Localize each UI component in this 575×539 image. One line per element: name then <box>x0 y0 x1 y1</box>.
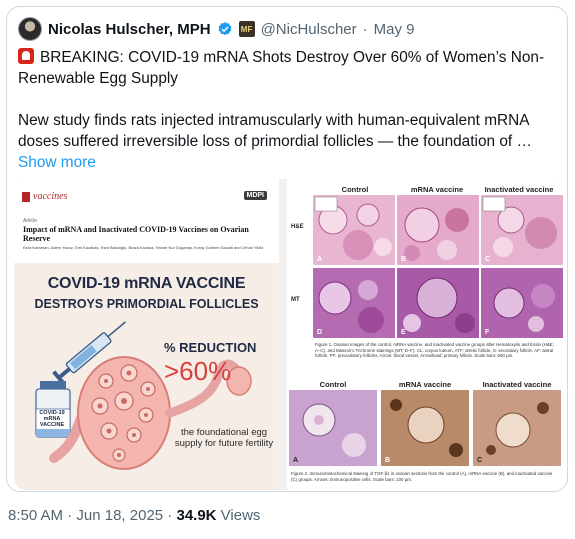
footer-separator: · <box>163 507 177 524</box>
article-title: Impact of mRNA and Inactivated COVID-19 … <box>23 225 249 243</box>
ihc-head-mrna: mRNA vaccine <box>398 380 452 389</box>
publisher-logo: MDPI <box>243 191 267 200</box>
svg-text:C: C <box>477 457 482 464</box>
tweet-headline: BREAKING: COVID-19 mRNA Shots Destroy Ov… <box>18 47 558 89</box>
abstract-title-1: COVID-19 mRNA VACCINE <box>47 275 246 292</box>
separator-dot: · <box>362 20 368 38</box>
svg-text:A: A <box>293 457 298 464</box>
ihc-panel-c: C <box>473 390 561 466</box>
handle[interactable]: @NicHulscher <box>261 21 357 38</box>
post-time[interactable]: 8:50 AM <box>8 507 63 524</box>
graphical-abstract: COVID-19 mRNA VACCINE DESTROYS PRIMORDIA… <box>14 263 279 490</box>
svg-text:E: E <box>401 329 406 336</box>
ihc-head-inactivated: Inactivated vaccine <box>482 380 552 389</box>
media-gallery: vaccines MDPI Article Impact of mRNA and… <box>14 179 564 490</box>
svg-text:C: C <box>485 256 490 263</box>
ihc-panel-a: A <box>289 390 377 466</box>
journal-name: vaccines <box>33 191 68 202</box>
histology-panel-b: B <box>397 195 479 265</box>
article-kind: Article <box>23 218 37 224</box>
vial-icon <box>35 381 71 438</box>
post-full-date[interactable]: Jun 18, 2025 <box>76 507 163 524</box>
show-more-link[interactable]: Show more <box>18 152 558 173</box>
histology-panel-d: D <box>313 268 395 338</box>
ihc-head-control: Control <box>319 380 347 389</box>
figure-2-caption: Figure 2. Immunohistochemical staining o… <box>291 471 553 482</box>
row-head-mt: MT <box>291 297 300 303</box>
histology-panel-c: C <box>481 195 563 265</box>
svg-text:D: D <box>317 329 322 336</box>
tweet-header: Nicolas Hulscher, MPH MF @NicHulscher · … <box>18 16 415 42</box>
abstract-title-2: DESTROYS PRIMORDIAL FOLLICLES <box>34 297 259 311</box>
svg-text:F: F <box>485 329 490 336</box>
histology-panel-f: F <box>481 268 563 338</box>
row-head-he: H&E <box>291 224 304 230</box>
journal-mark-icon <box>22 191 30 202</box>
reduction-value: >60% <box>164 356 232 386</box>
histology-panel-a: A <box>313 195 395 265</box>
verified-badge-icon <box>218 22 231 36</box>
svg-text:A: A <box>317 256 322 263</box>
column-head-inactivated: Inactivated vaccine <box>484 185 554 194</box>
views-label: Views <box>216 507 261 524</box>
post-date[interactable]: May 9 <box>374 21 415 38</box>
svg-text:B: B <box>401 256 406 263</box>
media-image-histology[interactable]: Control mRNA vaccine Inactivated vaccine… <box>287 179 564 490</box>
figure-1-caption: Figure 1. Ovarian images of the control,… <box>315 342 554 358</box>
column-head-mrna: mRNA vaccine <box>410 185 464 194</box>
reduction-label: % REDUCTION <box>164 340 257 355</box>
tweet-card[interactable]: Nicolas Hulscher, MPH MF @NicHulscher · … <box>6 6 568 492</box>
vial-label: COVID-19 mRNA VACCINE <box>39 410 65 428</box>
media-image-graphical-abstract[interactable]: vaccines MDPI Article Impact of mRNA and… <box>14 179 279 490</box>
views-count: 34.9K <box>176 507 217 524</box>
affiliate-badge-icon: MF <box>238 21 255 37</box>
histology-panel-e: E <box>397 268 479 338</box>
ihc-panel-b: B <box>381 390 469 466</box>
footer-separator: · <box>63 507 77 524</box>
avatar[interactable] <box>18 17 42 41</box>
tweet-body: New study finds rats injected intramuscu… <box>18 112 532 150</box>
journal-logo: vaccines <box>22 191 67 202</box>
display-name[interactable]: Nicolas Hulscher, MPH <box>48 21 211 38</box>
headline-text: BREAKING: COVID-19 mRNA Shots Destroy Ov… <box>18 49 545 87</box>
article-authors: Esra Karaman, Adem Yavuz, Emi Kazakas, E… <box>23 245 264 250</box>
column-head-control: Control <box>341 185 369 194</box>
svg-text:B: B <box>385 457 390 464</box>
abstract-caption: the foundational egg supply for future f… <box>174 427 274 449</box>
tweet-footer: 8:50 AM · Jun 18, 2025 · 34.9K Views <box>8 507 260 524</box>
tweet-text: BREAKING: COVID-19 mRNA Shots Destroy Ov… <box>18 47 558 173</box>
alarm-light-icon <box>18 48 34 64</box>
